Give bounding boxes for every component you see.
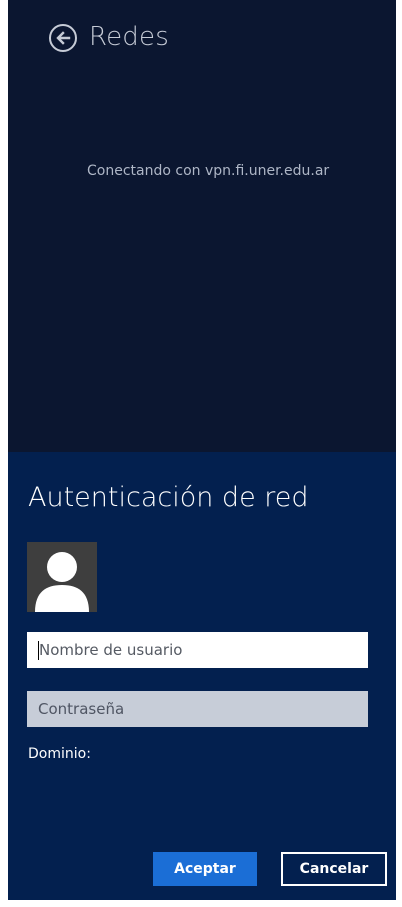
- panel-title: Redes: [89, 22, 169, 52]
- connection-status: Conectando con vpn.fi.uner.edu.ar: [87, 163, 330, 179]
- auth-title: Autenticación de red: [28, 482, 309, 513]
- avatar: [27, 542, 97, 612]
- cancel-button[interactable]: Cancelar: [281, 852, 387, 886]
- network-auth-pane: Autenticación de red Dominio: Aceptar Ca…: [8, 452, 396, 900]
- back-arrow-icon: [56, 31, 71, 45]
- accept-button[interactable]: Aceptar: [153, 852, 257, 886]
- user-silhouette-icon: [35, 552, 89, 612]
- text-caret: [38, 641, 39, 660]
- username-field[interactable]: [27, 632, 368, 668]
- network-flyout: Redes Conectando con vpn.fi.uner.edu.ar …: [8, 0, 396, 900]
- networks-pane: Redes Conectando con vpn.fi.uner.edu.ar: [8, 0, 396, 452]
- back-button[interactable]: [49, 24, 77, 52]
- domain-label: Dominio:: [28, 746, 91, 762]
- password-field[interactable]: [27, 691, 368, 727]
